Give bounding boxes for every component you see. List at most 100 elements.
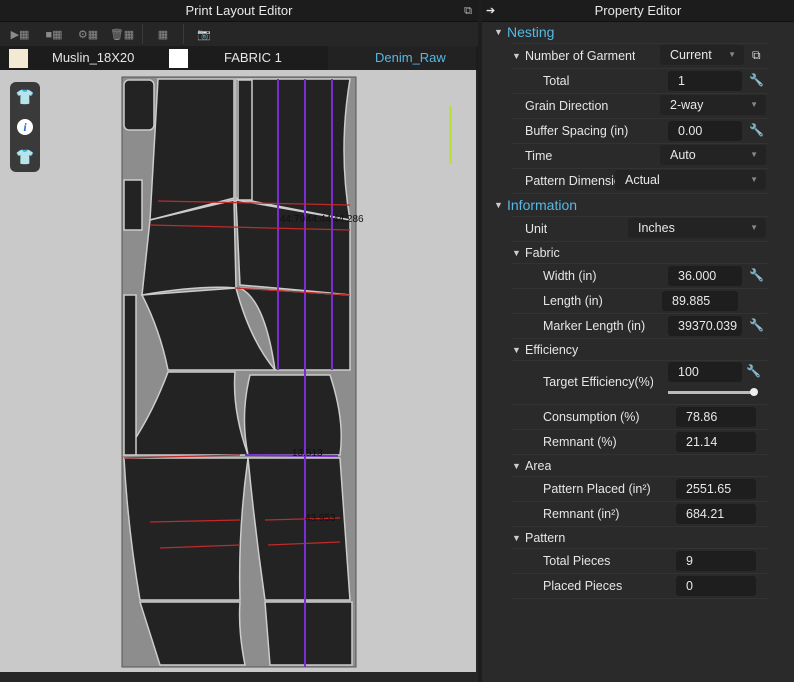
property-row: Remnant (in²) 684.21 <box>482 502 794 527</box>
property-row: Pattern Placed (in²) 2551.65 <box>482 477 794 502</box>
marker-layout <box>121 76 357 668</box>
chevron-down-icon: ▼ <box>750 175 758 184</box>
wrench-icon[interactable]: 🔧 <box>749 123 764 137</box>
pattern-piece <box>149 78 235 221</box>
pattern-piece <box>123 457 249 601</box>
property-editor: ➔ Property Editor ▼ Nesting ▼ Number of Gar… <box>482 0 794 682</box>
property-label: Pattern Dimension <box>525 174 621 188</box>
expand-triangle-icon[interactable]: ▼ <box>512 248 521 258</box>
property-label: Grain Direction <box>525 99 609 113</box>
slider-handle[interactable] <box>750 388 758 396</box>
pattern-piece <box>123 294 137 456</box>
property-input[interactable]: 89.885 <box>662 291 738 311</box>
property-value: 78.86 <box>676 407 756 427</box>
fabric-swatch-fabric1[interactable] <box>169 49 188 68</box>
property-row: ▼ Number of Garment Current ▼ ⧉ <box>482 44 794 69</box>
wrench-icon[interactable]: 🔧 <box>746 364 761 378</box>
property-label: Length (in) <box>543 294 603 308</box>
chevron-down-icon: ▼ <box>728 50 736 59</box>
measure-label: 44.79 <box>280 214 306 225</box>
group-header[interactable]: Pattern <box>525 531 565 545</box>
panel-title: Print Layout Editor <box>185 3 293 18</box>
property-row: Marker Length (in) 39370.039 🔧 <box>482 314 794 339</box>
chevron-down-icon: ▼ <box>750 150 758 159</box>
property-row: Placed Pieces 0 <box>482 574 794 599</box>
snapshot-button[interactable]: 📷 <box>190 23 218 45</box>
wrench-icon[interactable]: 🔧 <box>749 268 764 282</box>
property-row: ▼ Pattern <box>482 527 794 549</box>
property-input[interactable]: 100 <box>668 362 742 382</box>
property-row: Remnant (%) 21.14 <box>482 430 794 455</box>
property-label: Placed Pieces <box>543 579 623 593</box>
property-label: Number of Garment <box>525 49 636 63</box>
property-select[interactable]: Inches ▼ <box>628 218 766 238</box>
panel-title: Property Editor <box>594 3 682 18</box>
marker-canvas[interactable]: 👕 i 👕 44.79 44.44 44.286 13.513 43.953 <box>0 70 476 672</box>
chevron-down-icon: ▼ <box>750 223 758 232</box>
group-header[interactable]: Area <box>525 459 551 473</box>
float-window-icon[interactable]: ⧉ <box>464 0 472 22</box>
toolbar-divider <box>142 24 143 44</box>
property-input[interactable]: 39370.039 <box>668 316 742 336</box>
property-value: 684.21 <box>676 504 756 524</box>
target-efficiency-slider[interactable] <box>668 388 758 396</box>
expand-triangle-icon[interactable]: ▼ <box>512 461 521 471</box>
expand-triangle-icon[interactable]: ▼ <box>512 345 521 355</box>
panel-title-bar: ➔ Property Editor <box>482 0 794 22</box>
wrench-icon[interactable]: 🔧 <box>749 318 764 332</box>
expand-triangle-icon[interactable]: ▼ <box>494 27 503 37</box>
property-select[interactable]: 2-way ▼ <box>660 95 766 115</box>
nest-stop-button[interactable]: ■▦ <box>40 23 68 45</box>
expand-triangle-icon[interactable]: ▼ <box>494 200 503 210</box>
property-input[interactable]: 0.00 <box>668 121 742 141</box>
expand-triangle-icon[interactable]: ▼ <box>512 51 521 61</box>
property-row: Pattern Dimension Actual ▼ <box>482 169 794 194</box>
group-header[interactable]: Fabric <box>525 246 560 260</box>
property-value: 2551.65 <box>676 479 756 499</box>
collapse-panel-icon[interactable]: ➔ <box>486 0 495 22</box>
property-input[interactable]: 36.000 <box>668 266 742 286</box>
property-label: Target Efficiency(%) <box>543 375 653 389</box>
fabric-swatch-muslin[interactable] <box>9 49 28 68</box>
property-row: ▼ Nesting <box>482 21 794 44</box>
property-select[interactable]: Auto ▼ <box>660 145 766 165</box>
property-label: Consumption (%) <box>543 410 640 424</box>
section-header[interactable]: Nesting <box>507 24 554 40</box>
property-value: 0 <box>676 576 756 596</box>
property-select[interactable]: Current ▼ <box>660 45 744 65</box>
property-label: Buffer Spacing (in) <box>525 124 629 138</box>
fabric-tab-fabric1[interactable]: FABRIC 1 <box>224 50 282 65</box>
property-row: Unit Inches ▼ <box>482 217 794 242</box>
property-label: Marker Length (in) <box>543 319 646 333</box>
row-divider <box>512 598 768 599</box>
nest-delete-button[interactable]: 🗑▦ <box>108 23 136 45</box>
property-select[interactable]: Actual ▼ <box>615 170 766 190</box>
pattern-piece <box>237 79 253 201</box>
property-row: Buffer Spacing (in) 0.00 🔧 <box>482 119 794 144</box>
fabric-tab-muslin[interactable]: Muslin_18X20 <box>52 50 134 65</box>
fabric-tab-denim[interactable]: Denim_Raw <box>375 50 446 65</box>
property-row: ▼ Efficiency <box>482 339 794 361</box>
property-label: Unit <box>525 222 548 236</box>
property-label: Width (in) <box>543 269 597 283</box>
toolbar-divider <box>183 24 184 44</box>
section-header[interactable]: Information <box>507 197 577 213</box>
property-row: ▼ Fabric <box>482 242 794 264</box>
property-input[interactable]: 1 <box>668 71 742 91</box>
property-row: Consumption (%) 78.86 <box>482 405 794 430</box>
property-row: Time Auto ▼ <box>482 144 794 169</box>
garment-button[interactable]: ▦ <box>149 23 177 45</box>
panel-title-bar: Print Layout Editor ⧉ <box>0 0 478 22</box>
expand-triangle-icon[interactable]: ▼ <box>512 533 521 543</box>
nest-settings-button[interactable]: ⚙▦ <box>74 23 102 45</box>
wrench-icon[interactable]: 🔧 <box>749 73 764 87</box>
group-header[interactable]: Efficiency <box>525 343 578 357</box>
nest-start-button[interactable]: ▶▦ <box>6 23 34 45</box>
property-label: Time <box>525 149 553 163</box>
fabric-tabs: Muslin_18X20 FABRIC 1 Denim_Raw <box>0 46 478 70</box>
slider-fill <box>668 391 754 394</box>
copy-icon[interactable]: ⧉ <box>752 48 761 63</box>
property-row: Length (in) 89.885 <box>482 289 794 314</box>
print-layout-editor: Print Layout Editor ⧉ ▶▦ ■▦ ⚙▦ 🗑▦ ▦ 📷 Mu… <box>0 0 478 682</box>
property-row: ▼ Area <box>482 455 794 477</box>
